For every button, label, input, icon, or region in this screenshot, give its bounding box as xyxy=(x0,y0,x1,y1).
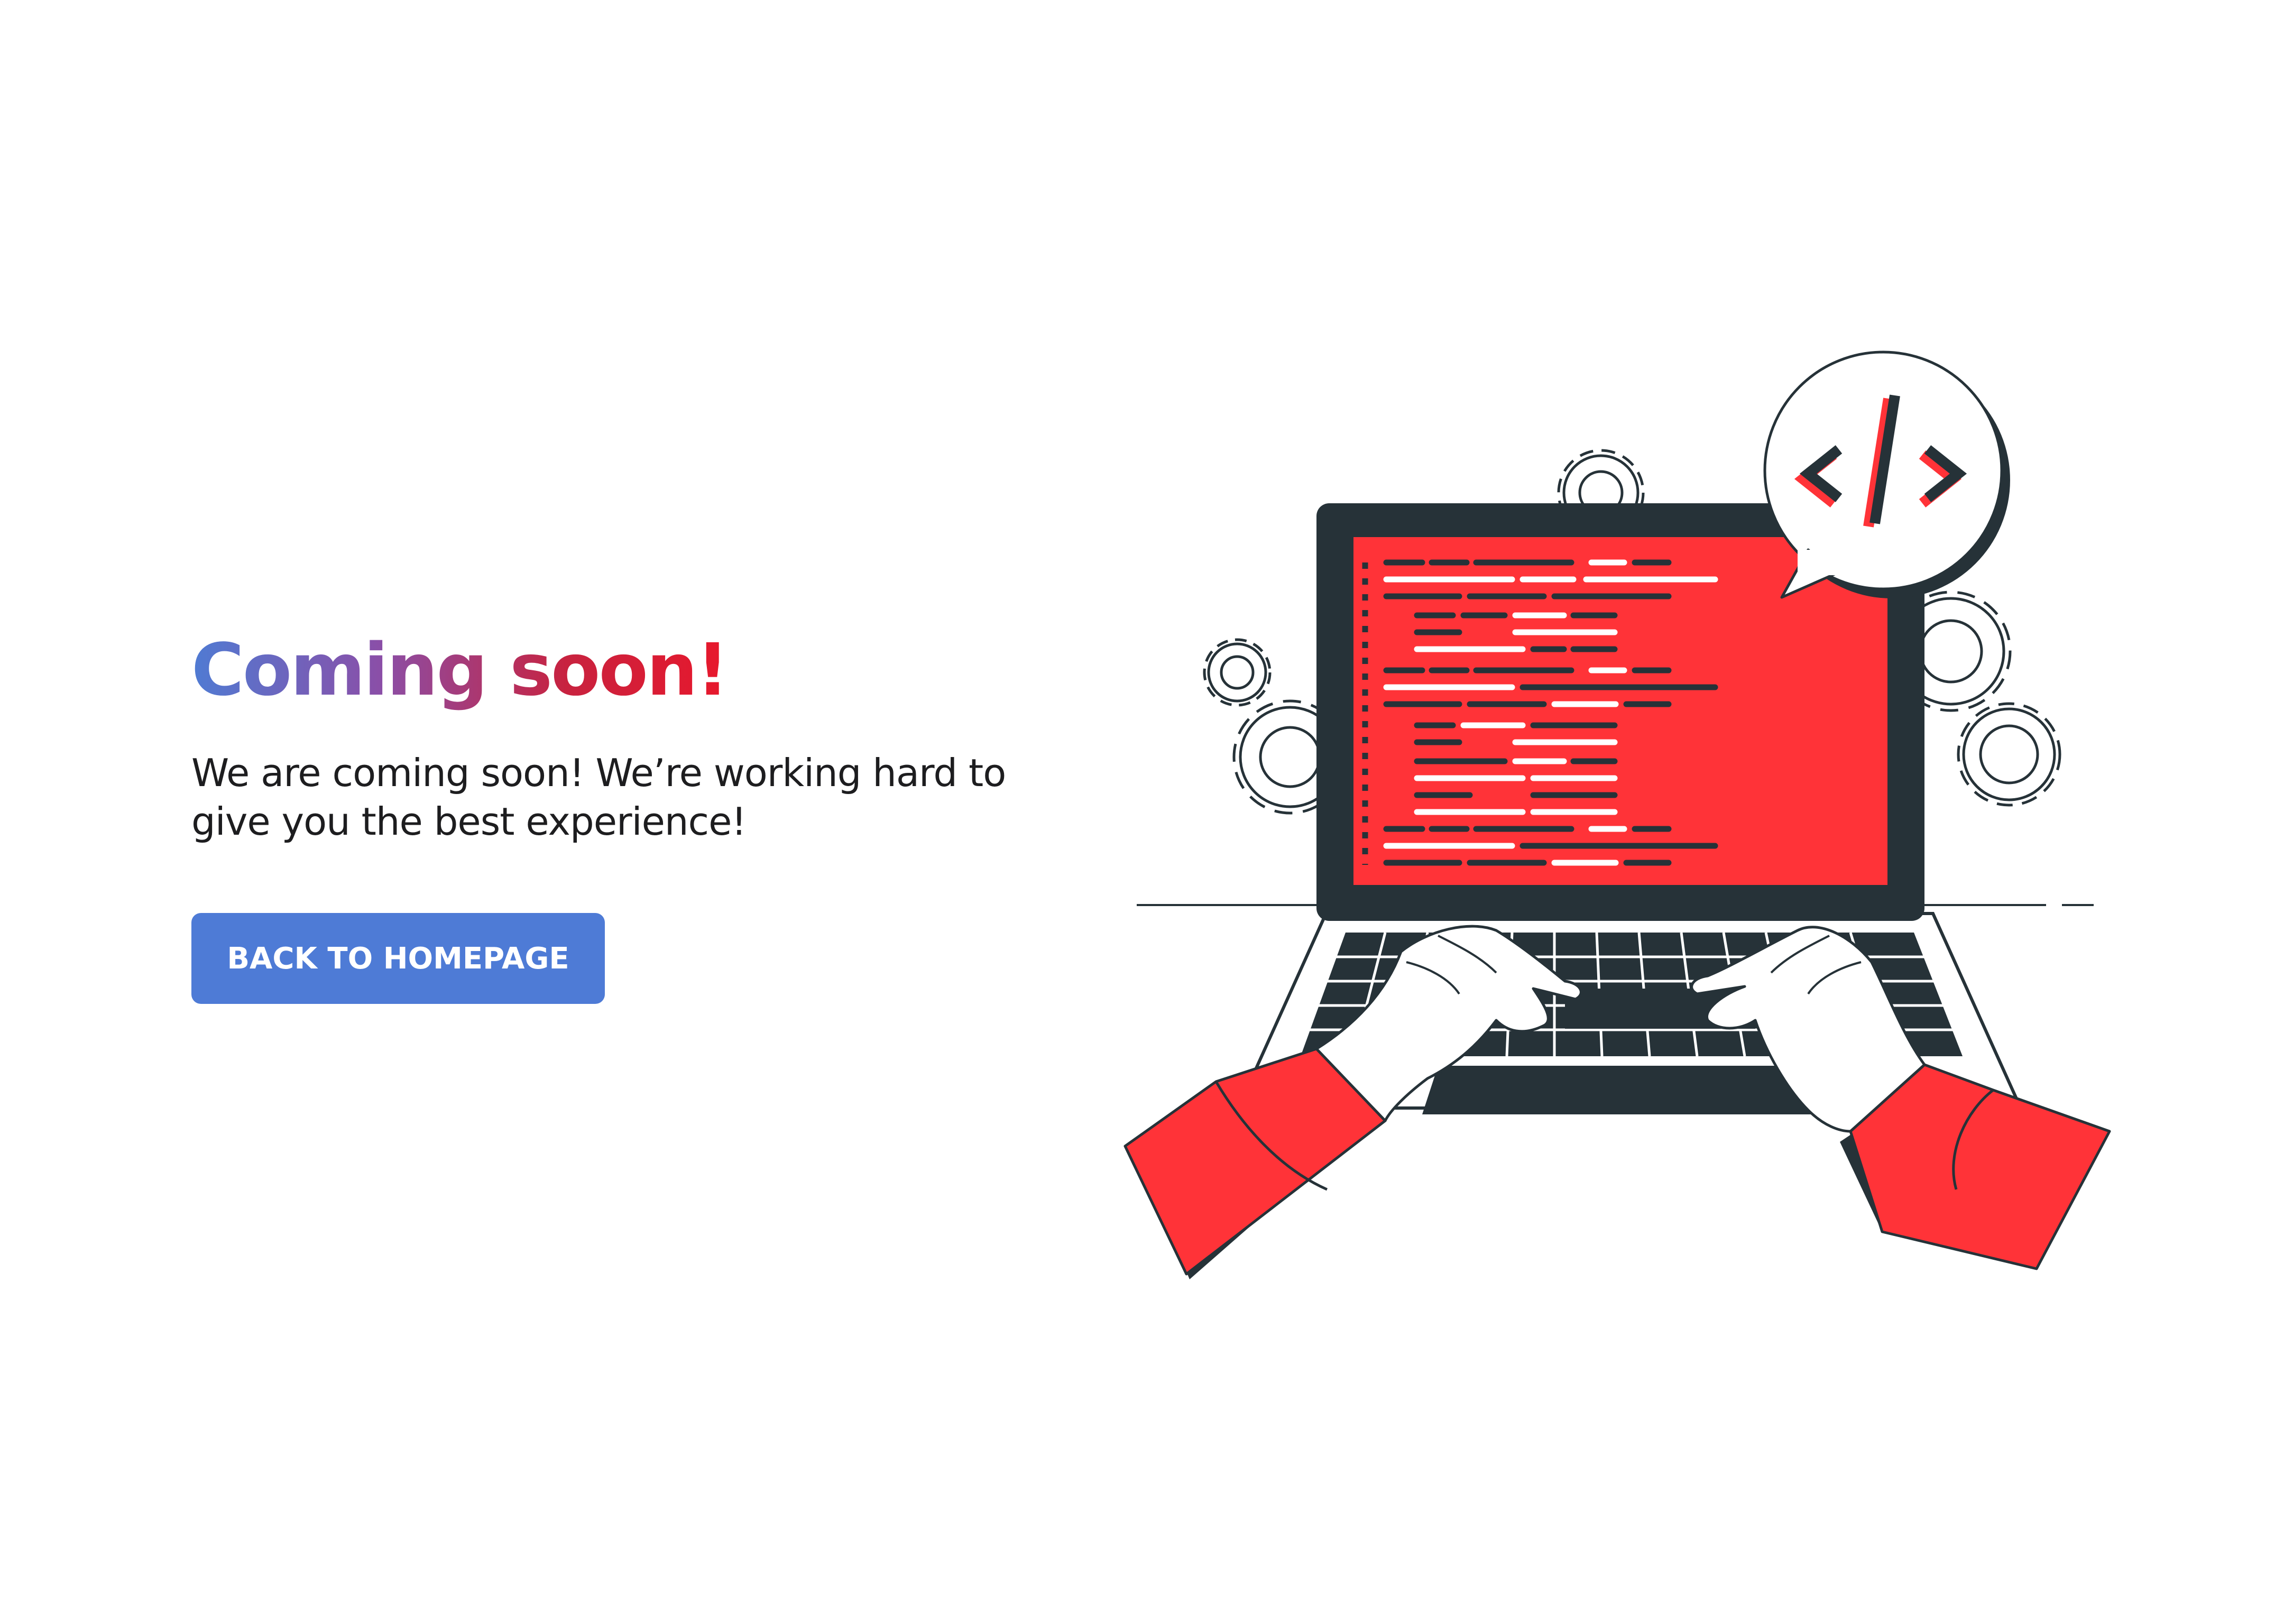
developer-laptop-illustration xyxy=(1123,350,2111,1279)
coming-soon-page: Coming soon! We are coming soon! We’re w… xyxy=(0,0,2284,1624)
back-to-homepage-button[interactable]: BACK TO HOMEPAGE xyxy=(191,913,605,1004)
page-description: We are coming soon! We’re working hard t… xyxy=(191,751,1006,844)
gear-icon xyxy=(1957,702,2061,807)
code-bubble-icon xyxy=(1763,350,2010,599)
hero-text-block: Coming soon! We are coming soon! We’re w… xyxy=(191,629,1090,846)
gear-icon xyxy=(1203,638,1272,707)
page-title: Coming soon! xyxy=(191,629,729,712)
